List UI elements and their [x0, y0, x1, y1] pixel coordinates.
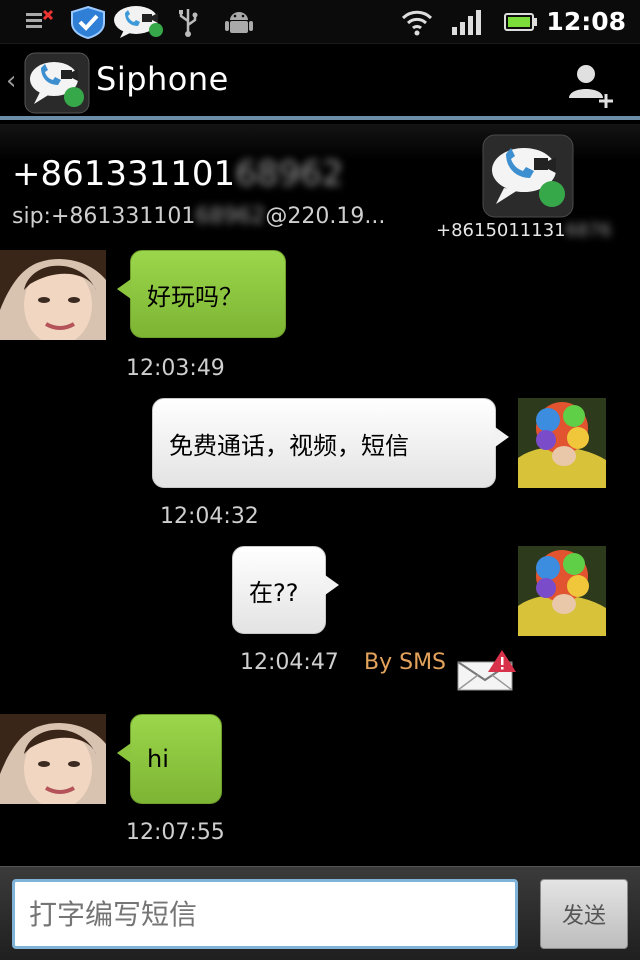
bubble-tail: [117, 743, 131, 763]
message-input[interactable]: [12, 879, 518, 949]
bubble-tail: [325, 575, 339, 595]
app-title: Siphone: [96, 60, 229, 98]
message-text: hi: [147, 745, 169, 773]
sms-failed-envelope-icon[interactable]: [456, 648, 518, 696]
contact-sip-address: sip:+86133110168962@220.19...: [12, 204, 385, 229]
shield-icon: [68, 5, 108, 39]
my-avatar[interactable]: [518, 398, 606, 488]
message-timestamp: 12:04:47: [240, 650, 339, 675]
own-number: +86150111316876: [436, 220, 611, 241]
message-timestamp: 12:04:32: [160, 504, 259, 529]
bubble-tail: [495, 427, 509, 447]
my-avatar[interactable]: [518, 546, 606, 636]
contact-avatar[interactable]: [0, 250, 106, 340]
send-button[interactable]: 发送: [540, 879, 628, 949]
sim-icon: [24, 6, 54, 38]
own-number-blurred: 6876: [565, 220, 612, 241]
message-bubble-outgoing[interactable]: 在??: [232, 546, 339, 634]
message-bubble-incoming[interactable]: hi: [117, 714, 222, 804]
back-chevron-icon[interactable]: ‹: [6, 66, 16, 96]
wifi-icon: [400, 6, 434, 38]
status-time: 12:08: [546, 7, 626, 36]
message-text: 好玩吗？: [147, 282, 243, 311]
title-bar: ‹ Siphone: [0, 44, 640, 120]
sip-blurred: 68962: [195, 204, 266, 229]
siphone-account-icon[interactable]: [482, 134, 574, 222]
battery-icon: [504, 6, 538, 38]
usb-icon: [176, 6, 200, 38]
siphone-logo-icon[interactable]: [24, 52, 90, 118]
add-contact-icon: [569, 65, 613, 108]
add-contact-button[interactable]: [566, 60, 618, 114]
bubble-tail: [117, 279, 131, 299]
message-bubble-incoming[interactable]: 好玩吗？: [117, 250, 286, 338]
contact-header: +86133110168962 sip:+86133110168962@220.…: [0, 124, 640, 246]
composer-bar: 发送: [0, 866, 640, 960]
status-bar: 12:08: [0, 0, 640, 44]
contact-number: +86133110168962: [12, 154, 343, 194]
own-number-visible: +8615011131: [436, 220, 566, 241]
message-timestamp: 12:07:55: [126, 820, 225, 845]
sms-indicator: By SMS: [364, 650, 447, 675]
message-text: 在??: [249, 578, 299, 607]
contact-avatar[interactable]: [0, 714, 106, 804]
siphone-notification-icon: [112, 6, 166, 38]
android-icon: [224, 6, 254, 38]
sip-suffix: @220.19...: [265, 204, 386, 229]
contact-number-visible: +861331101: [12, 154, 236, 194]
message-timestamp: 12:03:49: [126, 356, 225, 381]
contact-number-blurred: 68962: [235, 154, 344, 194]
signal-icon: [450, 6, 486, 38]
sip-prefix: sip:+861331101: [12, 204, 196, 229]
message-bubble-outgoing[interactable]: 免费通话，视频，短信: [152, 398, 509, 488]
message-text: 免费通话，视频，短信: [169, 431, 409, 460]
